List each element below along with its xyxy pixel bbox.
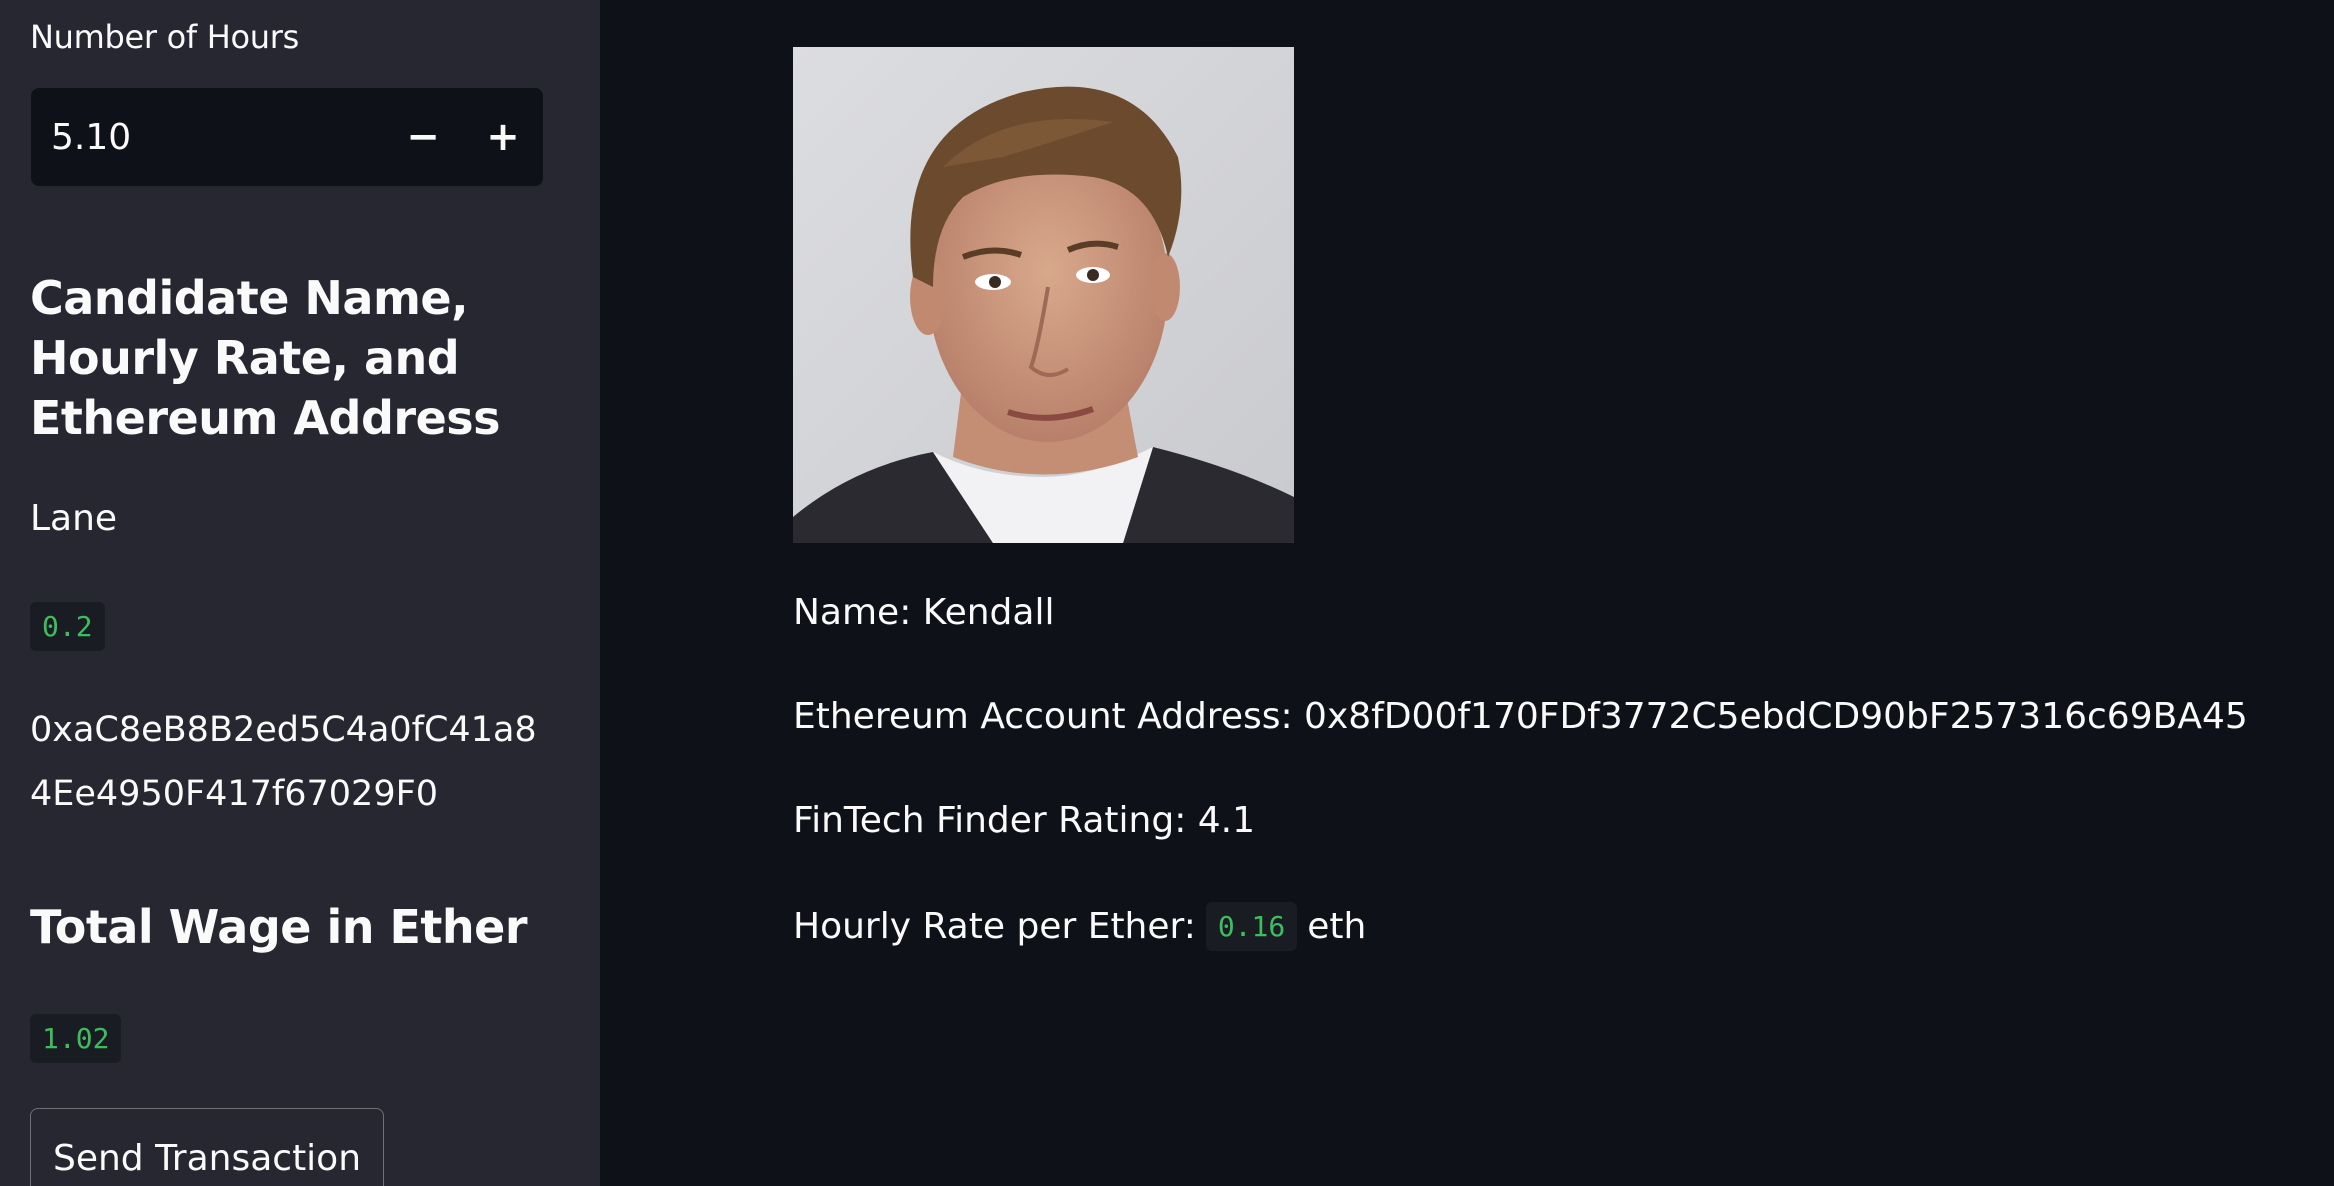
decrement-button[interactable]: − xyxy=(383,88,463,186)
candidate-rate-line: Hourly Rate per Ether: 0.16 eth xyxy=(793,902,1366,951)
rate-value: 0.16 xyxy=(1205,902,1298,951)
app-window: Number of Hours 5.10 − + Candidate Name,… xyxy=(0,0,2334,1186)
candidate-address-line: Ethereum Account Address: 0x8fD00f170FDf… xyxy=(793,696,2248,737)
wage-value: 1.02 xyxy=(30,1014,122,1063)
hours-value[interactable]: 5.10 xyxy=(31,117,383,158)
candidate-name: Lane xyxy=(30,498,118,539)
candidate-address: 0xaC8eB8B2ed5C4a0fC41a84Ee4950F417f67029… xyxy=(30,710,537,814)
candidate-heading: Candidate Name, Hourly Rate, and Ethereu… xyxy=(30,271,501,445)
rate-label: Hourly Rate per Ether: xyxy=(793,906,1196,947)
wage-value-container: 1.02 xyxy=(30,1014,122,1063)
rate-unit: eth xyxy=(1307,906,1367,947)
main-content: Name: Kendall Ethereum Account Address: … xyxy=(600,0,2334,1186)
hours-number-input[interactable]: 5.10 − + xyxy=(31,88,543,186)
candidate-rate-container: 0.2 xyxy=(30,602,105,651)
candidate-rating-line: FinTech Finder Rating: 4.1 xyxy=(793,800,1256,841)
person-photo-icon xyxy=(793,47,1294,543)
candidate-photo xyxy=(793,47,1294,543)
hours-label: Number of Hours xyxy=(30,18,299,56)
send-transaction-button[interactable]: Send Transaction xyxy=(30,1108,384,1186)
increment-button[interactable]: + xyxy=(463,88,543,186)
sidebar: Number of Hours 5.10 − + Candidate Name,… xyxy=(0,0,600,1186)
wage-heading: Total Wage in Ether xyxy=(30,900,528,954)
candidate-rate: 0.2 xyxy=(30,602,105,651)
candidate-name-line: Name: Kendall xyxy=(793,592,1055,633)
